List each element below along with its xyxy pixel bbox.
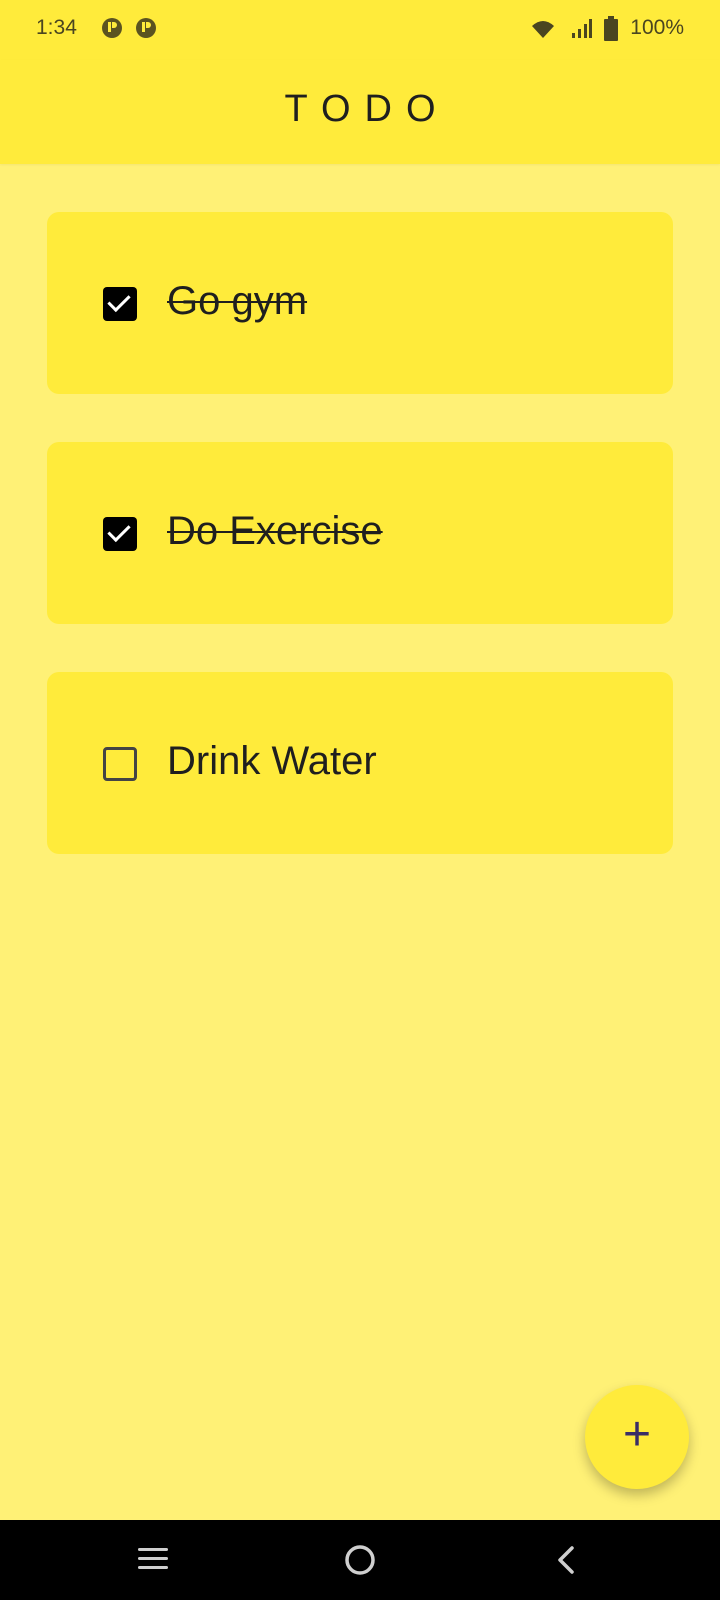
- todo-item[interactable]: Go gym: [47, 212, 673, 394]
- notification-icon: [136, 18, 156, 38]
- status-bar: 1:34 100%: [0, 0, 720, 60]
- add-todo-button[interactable]: +: [585, 1385, 689, 1489]
- home-icon[interactable]: [343, 1543, 377, 1577]
- menu-icon[interactable]: [136, 1544, 170, 1574]
- todo-list: Go gym Do Exercise Drink Water: [47, 212, 673, 902]
- todo-item[interactable]: Do Exercise: [47, 442, 673, 624]
- navigation-bar: [0, 1520, 720, 1600]
- todo-label: Drink Water: [167, 739, 377, 783]
- plus-icon: +: [622, 1408, 652, 1461]
- battery-icon: [604, 16, 618, 41]
- battery-percentage: 100%: [630, 16, 684, 39]
- notification-icon: [102, 18, 122, 38]
- status-time: 1:34: [36, 16, 77, 39]
- back-icon[interactable]: [552, 1544, 582, 1576]
- todo-label: Go gym: [167, 279, 308, 323]
- todo-checkbox-checked[interactable]: [103, 287, 137, 321]
- todo-item[interactable]: Drink Water: [47, 672, 673, 854]
- page-title: TODO: [284, 88, 450, 130]
- todo-label: Do Exercise: [167, 509, 383, 553]
- todo-checkbox-unchecked[interactable]: [103, 747, 137, 781]
- signal-icon: [572, 19, 592, 38]
- wifi-icon: [532, 21, 554, 38]
- todo-checkbox-checked[interactable]: [103, 517, 137, 551]
- app-bar: TODO: [0, 60, 720, 164]
